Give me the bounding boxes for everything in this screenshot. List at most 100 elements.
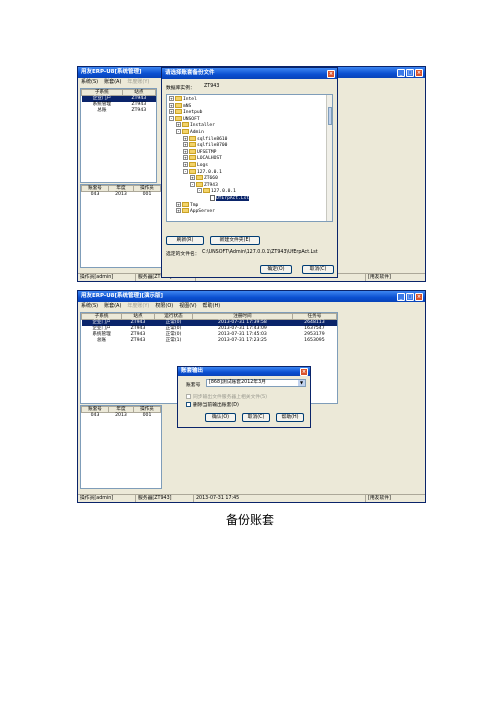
tree-node-label: ZT660 xyxy=(204,176,218,182)
tree-node[interactable]: + Intel xyxy=(167,96,332,103)
cancel-button[interactable]: 取消(C) xyxy=(242,413,270,422)
tree-node-label: Intel xyxy=(183,97,197,102)
expand-icon[interactable]: + xyxy=(183,135,188,141)
tree-node[interactable]: + UFSETMP xyxy=(167,148,332,156)
main-window-2-titlebar[interactable]: 用友ERP-U8[系统管理][演示版] _ □ × xyxy=(78,291,425,302)
page-caption: 备份账套 xyxy=(225,513,274,527)
tree-node[interactable]: + AppServer xyxy=(167,208,332,215)
tree-node-label: UNSOFT xyxy=(183,116,200,122)
tree-node-label: 127.0.0.1 xyxy=(211,189,236,195)
tree-node[interactable]: UfErpAct.Lst xyxy=(167,194,332,202)
expand-icon[interactable]: + xyxy=(169,96,174,101)
expand-icon[interactable]: + xyxy=(169,109,174,115)
tree-node-label: LOCALHOST xyxy=(197,156,222,162)
scrollbar-thumb[interactable] xyxy=(327,107,332,125)
expand-icon[interactable]: + xyxy=(190,175,195,181)
folder-icon xyxy=(189,168,196,174)
folder-icon xyxy=(182,122,189,128)
tree-node[interactable]: + Installer xyxy=(167,122,332,129)
account-table-2: 账套号 年度 操作员 043 2013 001 xyxy=(80,405,162,489)
close-icon[interactable]: × xyxy=(327,69,335,78)
tree-node-label: Installer xyxy=(190,123,215,129)
menu-view[interactable]: 视图(V) xyxy=(179,302,196,310)
tree-node[interactable]: + Logs xyxy=(167,161,332,169)
tree-node[interactable]: + LOCALHOST xyxy=(167,155,332,162)
collapse-icon[interactable]: - xyxy=(176,128,181,134)
collapse-icon[interactable]: - xyxy=(169,115,174,121)
table-row[interactable]: 总账 ZT943 xyxy=(82,108,156,114)
close-icon[interactable]: × xyxy=(300,367,308,376)
menu-system[interactable]: 系统(S) xyxy=(81,78,98,86)
dialog-titlebar[interactable]: 请选择账套备份文件 × xyxy=(162,68,337,79)
tree-node-label: UFSETMP xyxy=(197,149,217,155)
expand-icon[interactable]: + xyxy=(183,161,188,167)
expand-icon[interactable]: + xyxy=(176,122,181,128)
table-row[interactable]: 043 2013 001 xyxy=(82,413,161,420)
sync-output-option[interactable]: 同步输出文件服务器上相关文件(S) xyxy=(186,393,267,400)
expand-icon[interactable]: + xyxy=(176,201,181,207)
expand-icon[interactable]: + xyxy=(183,148,188,154)
table-row[interactable]: 043 2013 001 xyxy=(82,192,161,199)
menu-permission[interactable]: 权限(O) xyxy=(155,302,173,310)
expand-icon[interactable]: + xyxy=(183,155,188,161)
folder-icon xyxy=(196,175,203,181)
help-button[interactable]: 帮助(H) xyxy=(276,413,304,422)
dialog-titlebar[interactable]: 账套输出 × xyxy=(178,367,310,376)
tree-node[interactable]: + Inetpub xyxy=(167,109,332,116)
close-icon[interactable]: × xyxy=(415,292,423,301)
select-backup-file-dialog: 请选择账套备份文件 × 数据库实例： ZT943 + Intel + mNS + Inet… xyxy=(161,67,338,278)
folder-icon xyxy=(189,155,196,161)
collapse-icon[interactable]: - xyxy=(190,181,195,187)
sync-output-checkbox[interactable] xyxy=(186,394,191,399)
folder-icon xyxy=(175,115,182,121)
ok-button[interactable]: 确定(O) xyxy=(260,265,292,274)
tree-node[interactable]: + Tmp xyxy=(167,201,332,209)
account-number-select[interactable]: [868]测试账套2012年3月 ▼ xyxy=(206,379,306,387)
delete-current-option[interactable]: 删除当前输出账套(D) xyxy=(186,401,239,408)
expand-icon[interactable]: + xyxy=(176,208,181,214)
tree-node-label: sqlfile8700 xyxy=(197,143,228,149)
menu-year[interactable]: 年度账(Y) xyxy=(127,78,149,86)
collapse-icon[interactable]: - xyxy=(197,188,202,194)
expand-icon[interactable]: + xyxy=(169,102,174,108)
tree-scrollbar[interactable] xyxy=(326,95,332,221)
confirm-button[interactable]: 确认(O) xyxy=(205,413,236,422)
folder-tree[interactable]: + Intel + mNS + Inetpub - UNSOFT + Installer - Admi… xyxy=(166,94,333,222)
maximize-icon[interactable]: □ xyxy=(406,68,414,77)
menu-account[interactable]: 账套(A) xyxy=(104,302,121,310)
menu-help[interactable]: 帮助(H) xyxy=(203,302,221,310)
refresh-button[interactable]: 刷新(R) xyxy=(166,236,204,245)
expand-icon[interactable]: + xyxy=(183,142,188,148)
tree-node[interactable]: + sqlfile8610 xyxy=(167,135,332,143)
tree-node[interactable]: - 127.0.0.1 xyxy=(167,168,332,176)
tree-node[interactable]: + ZT660 xyxy=(167,175,332,182)
tree-node[interactable]: + sqlfile8700 xyxy=(167,142,332,149)
folder-icon xyxy=(182,201,189,207)
tree-node-label: Inetpub xyxy=(183,110,203,116)
selected-file-label: 选定的文件名： xyxy=(166,252,200,257)
tree-node[interactable]: - Admin xyxy=(167,128,332,136)
chevron-down-icon[interactable]: ▼ xyxy=(298,380,305,386)
minimize-icon[interactable]: _ xyxy=(397,292,405,301)
maximize-icon[interactable]: □ xyxy=(406,292,414,301)
cancel-button[interactable]: 取消(C) xyxy=(302,265,334,274)
folder-icon xyxy=(175,102,182,108)
tree-node[interactable]: - ZT943 xyxy=(167,181,332,189)
delete-current-checkbox[interactable] xyxy=(186,402,191,407)
tree-node[interactable]: - 127.0.0.1 xyxy=(167,188,332,195)
menu-year[interactable]: 年度账(Y) xyxy=(127,302,149,310)
status-operator: 操作员[admin] xyxy=(78,274,136,281)
menu-system[interactable]: 系统(S) xyxy=(81,302,98,310)
tree-node-label: Tmp xyxy=(190,202,199,208)
tree-node[interactable]: + mNS xyxy=(167,102,332,110)
minimize-icon[interactable]: _ xyxy=(397,68,405,77)
menu-account[interactable]: 账套(A) xyxy=(104,78,121,86)
table-row[interactable]: 总账 ZT943 正常(1) 2013-07-31 17:23:25 1653095 xyxy=(82,338,337,344)
tree-node-label: AppServer xyxy=(190,209,215,215)
status-brand: [用友软件] xyxy=(368,496,391,501)
new-folder-button[interactable]: 新建文件夹(E) xyxy=(210,236,260,245)
collapse-icon[interactable]: - xyxy=(183,168,188,174)
tree-node[interactable]: - UNSOFT xyxy=(167,115,332,123)
tree-node-label: 127.0.0.1 xyxy=(197,169,222,175)
close-icon[interactable]: × xyxy=(415,68,423,77)
